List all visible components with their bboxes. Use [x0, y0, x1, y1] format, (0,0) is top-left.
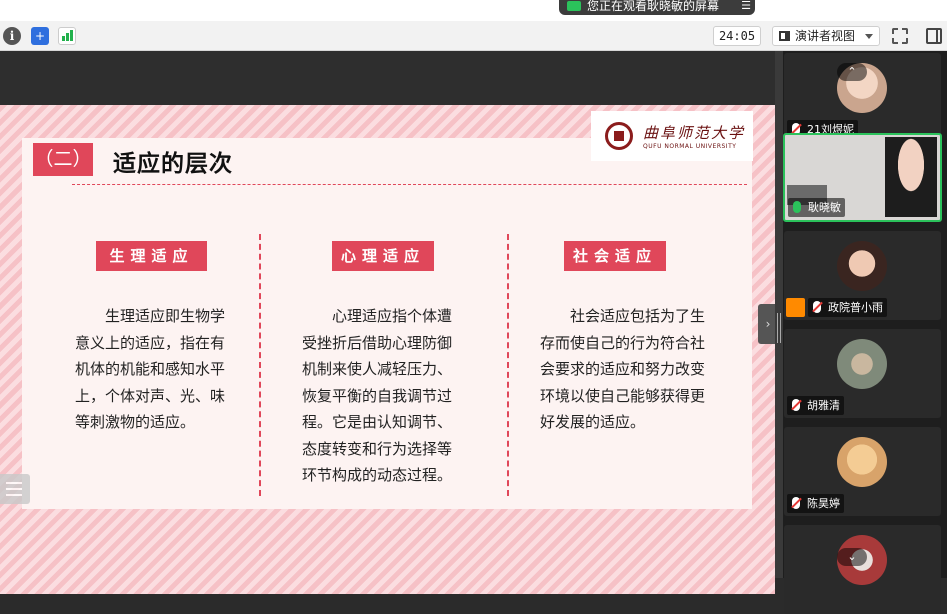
top-strip: [0, 0, 947, 21]
column-divider: [259, 234, 261, 496]
mic-muted-icon: [813, 301, 821, 313]
university-logo: 曲阜师范大学 QUFU NORMAL UNIVERSITY: [591, 111, 753, 161]
section-number: （二）: [33, 143, 93, 176]
university-seal-icon: [605, 122, 633, 150]
shield-icon[interactable]: +: [31, 27, 49, 45]
participant-tile[interactable]: [784, 525, 941, 614]
side-panel-toggle-icon[interactable]: [926, 28, 942, 44]
participant-tile-active[interactable]: 耿晓敏: [783, 133, 942, 222]
participant-video-panel: 21刘煜妮 ⌃ 耿晓敏 政院普小雨 胡雅清 陈昊婷 ⌄: [783, 51, 947, 614]
avatar: [837, 437, 887, 487]
participant-name: 胡雅清: [807, 399, 840, 412]
participant-tile[interactable]: 胡雅清: [784, 329, 941, 418]
screen-share-banner[interactable]: 您正在观看耿晓敏的屏幕 ☰: [559, 0, 755, 15]
menu-icon[interactable]: ☰: [737, 0, 755, 12]
scroll-up-button[interactable]: ⌃: [837, 63, 867, 81]
participant-tile[interactable]: 政院普小雨: [784, 231, 941, 320]
slide-title: 适应的层次: [113, 151, 233, 177]
panel-resize-handle[interactable]: [775, 51, 783, 578]
column-body-psychological: 心理适应指个体遭 受挫折后借助心理防御 机制来使人减轻压力、 恢复平衡的自我调节…: [302, 307, 453, 484]
host-icon: [786, 298, 805, 317]
participant-name: 陈昊婷: [807, 497, 840, 510]
column-title-physiological: 生理适应: [96, 241, 207, 271]
scroll-down-button[interactable]: ⌄: [837, 548, 867, 566]
participant-name: 耿晓敏: [808, 201, 841, 214]
shared-screen-area: （二） 适应的层次 曲阜师范大学 QUFU NORMAL UNIVERSITY …: [0, 51, 778, 594]
slide-list-button[interactable]: [0, 474, 30, 504]
column-body-physiological: 生理适应即生物学 意义上的适应，指在有 机体的机能和感知水平 上，个体对声、光、…: [75, 307, 226, 431]
column-divider: [507, 234, 509, 496]
meeting-timer: 24:05: [713, 26, 761, 46]
info-icon[interactable]: i: [3, 27, 21, 45]
signal-icon[interactable]: [58, 27, 76, 45]
view-mode-select[interactable]: 演讲者视图: [772, 26, 880, 46]
avatar: [837, 339, 887, 389]
share-banner-text: 您正在观看耿晓敏的屏幕: [587, 0, 720, 13]
video-feed: [885, 137, 937, 217]
column-title-social: 社会适应: [564, 241, 666, 271]
column-title-psychological: 心理适应: [332, 241, 434, 271]
mic-active-icon: [793, 201, 801, 213]
avatar: [837, 241, 887, 291]
column-body-social: 社会适应包括为了生 存而使自己的行为符合社 会要求的适应和努力改变 环境以使自己…: [540, 307, 706, 431]
view-mode-label: 演讲者视图: [795, 29, 856, 43]
meeting-toolbar: i + 24:05 演讲者视图: [0, 21, 947, 51]
logo-chinese-name: 曲阜师范大学: [643, 124, 746, 142]
camera-icon: [567, 0, 581, 11]
speaker-view-icon: [779, 31, 790, 41]
title-divider: [72, 184, 747, 185]
participant-name: 政院普小雨: [828, 301, 883, 314]
fullscreen-icon[interactable]: [892, 28, 908, 44]
mic-muted-icon: [792, 497, 800, 509]
logo-english-name: QUFU NORMAL UNIVERSITY: [643, 143, 737, 150]
participant-tile[interactable]: 陈昊婷: [784, 427, 941, 516]
chevron-down-icon: [865, 34, 873, 39]
mic-muted-icon: [792, 399, 800, 411]
